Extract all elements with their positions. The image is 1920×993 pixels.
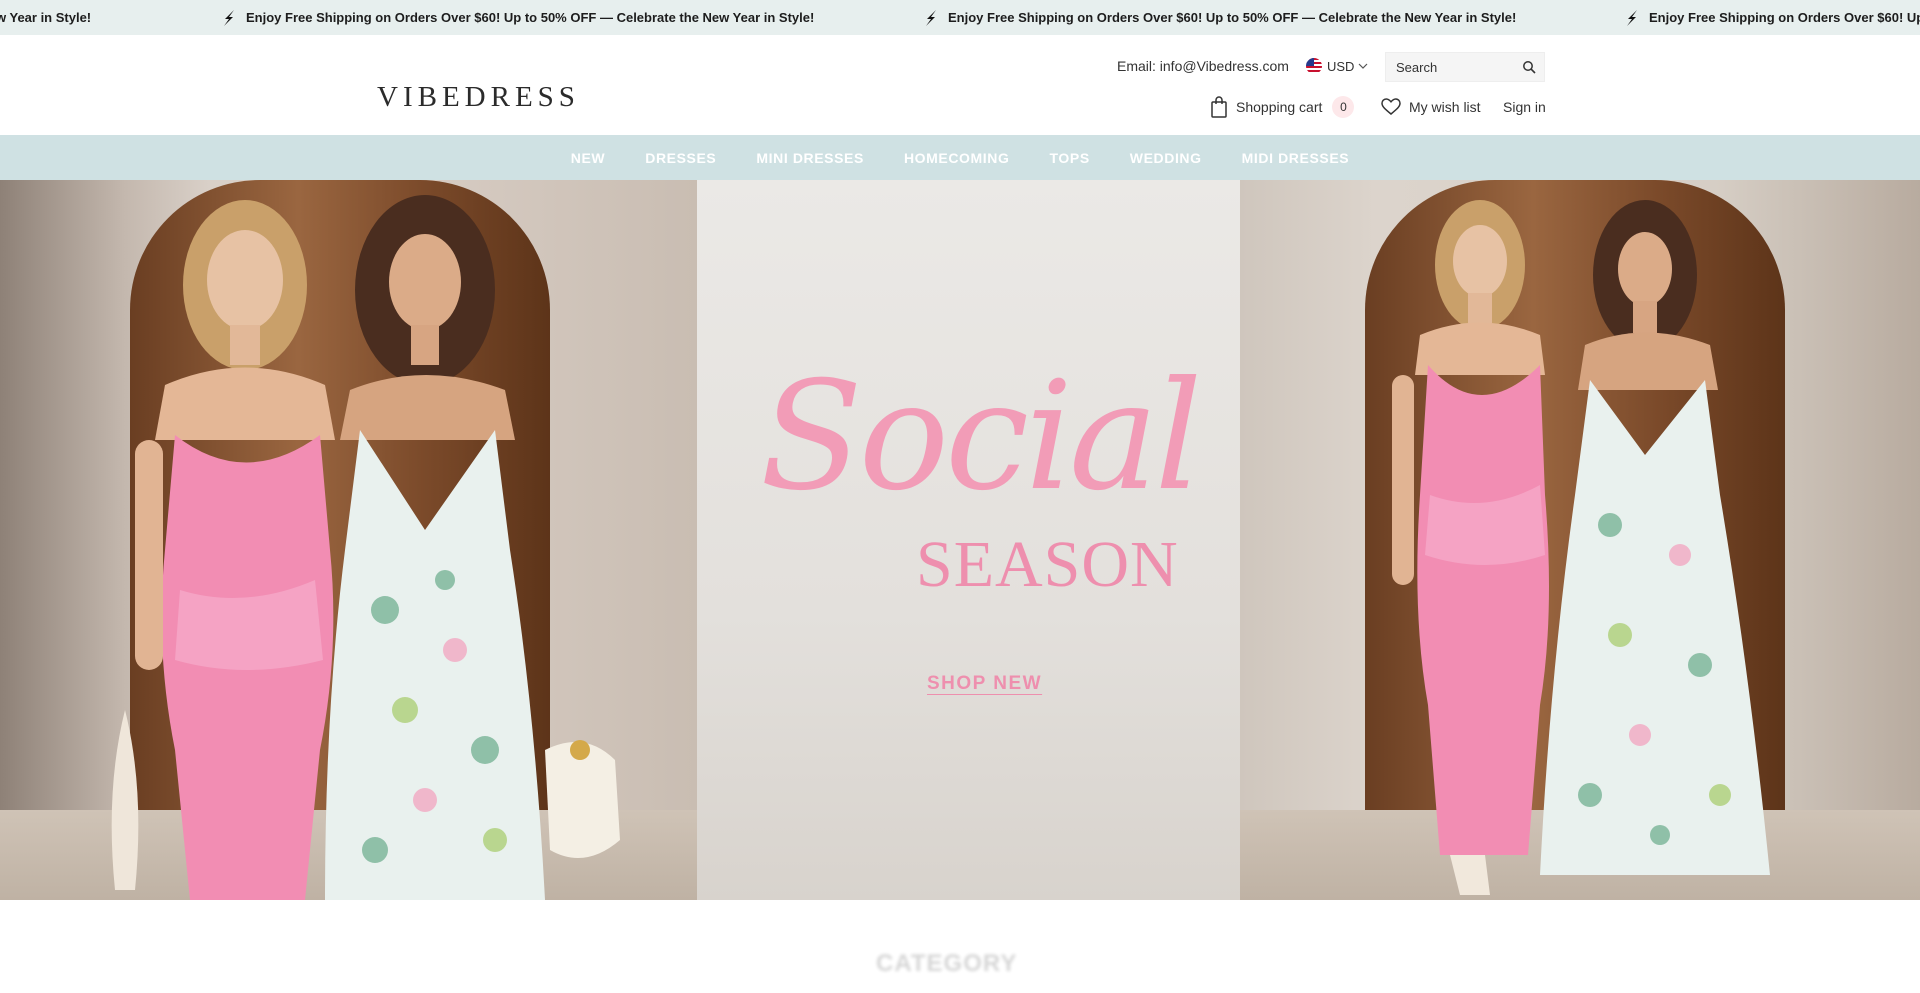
wishlist-link[interactable]: My wish list [1381, 95, 1481, 119]
below-hero-section: CATEGORY [0, 900, 1920, 993]
nav-item-mini-dresses[interactable]: MINI DRESSES [756, 150, 864, 166]
nav-item-tops[interactable]: TOPS [1050, 150, 1090, 166]
wishlist-label: My wish list [1409, 99, 1481, 115]
nav-item-homecoming[interactable]: HOMECOMING [904, 150, 1010, 166]
section-title: CATEGORY [876, 950, 1018, 977]
hero-photo-right [1240, 180, 1920, 900]
cart-count-badge: 0 [1332, 96, 1355, 118]
nav-item-midi-dresses[interactable]: MIDI DRESSES [1242, 150, 1350, 166]
search-box [1385, 52, 1545, 82]
site-logo[interactable]: VIBEDRESS [377, 81, 580, 114]
announcement-bar: w Year in Style! Enjoy Free Shipping on … [0, 0, 1920, 35]
lightning-bolt-icon [926, 9, 936, 26]
announcement-text: w Year in Style! [0, 10, 92, 25]
shopping-bag-icon [1211, 96, 1227, 118]
currency-label: USD [1327, 58, 1355, 74]
hero-banner[interactable]: Social SEASON SHOP NEW [0, 180, 1920, 900]
announcement-item[interactable]: Enjoy Free Shipping on Orders Over $60! … [922, 0, 1516, 35]
cart-label: Shopping cart [1236, 99, 1323, 115]
announcement-text: Enjoy Free Shipping on Orders Over $60! … [948, 10, 1517, 25]
nav-item-dresses[interactable]: DRESSES [645, 150, 716, 166]
shop-new-button[interactable]: SHOP NEW [927, 673, 1042, 695]
announcement-text: Enjoy Free Shipping on Orders Over $60! … [246, 10, 815, 25]
chevron-down-icon [1359, 63, 1368, 69]
currency-selector[interactable]: USD [1306, 55, 1368, 77]
hero-script-title: Social [760, 350, 1202, 524]
nav-item-new[interactable]: NEW [571, 150, 605, 166]
models-photo [111, 195, 620, 900]
models-photo [1392, 200, 1770, 895]
sign-in-link[interactable]: Sign in [1503, 95, 1546, 119]
announcement-text: Enjoy Free Shipping on Orders Over $60! … [1649, 10, 1920, 25]
heart-icon [1381, 98, 1401, 115]
lightning-bolt-icon [1627, 9, 1637, 26]
announcement-item[interactable]: Enjoy Free Shipping on Orders Over $60! … [220, 0, 814, 35]
search-icon[interactable] [1522, 60, 1536, 74]
announcement-item[interactable]: Enjoy Free Shipping on Orders Over $60! … [1623, 0, 1920, 35]
search-input[interactable] [1386, 59, 1516, 75]
contact-email[interactable]: Email: info@Vibedress.com [1117, 58, 1289, 74]
shopping-cart-link[interactable]: Shopping cart 0 [1210, 95, 1355, 119]
hero-subtitle: SEASON [916, 528, 1179, 601]
nav-item-wedding[interactable]: WEDDING [1130, 150, 1202, 166]
announcement-item[interactable]: w Year in Style! [0, 0, 91, 35]
hero-photo-left [0, 180, 697, 900]
site-header: VIBEDRESS Email: info@Vibedress.com USD … [0, 35, 1920, 135]
sign-in-label: Sign in [1503, 99, 1546, 115]
lightning-bolt-icon [224, 9, 234, 26]
us-flag-icon [1306, 58, 1322, 74]
main-nav: NEW DRESSES MINI DRESSES HOMECOMING TOPS… [0, 135, 1920, 180]
